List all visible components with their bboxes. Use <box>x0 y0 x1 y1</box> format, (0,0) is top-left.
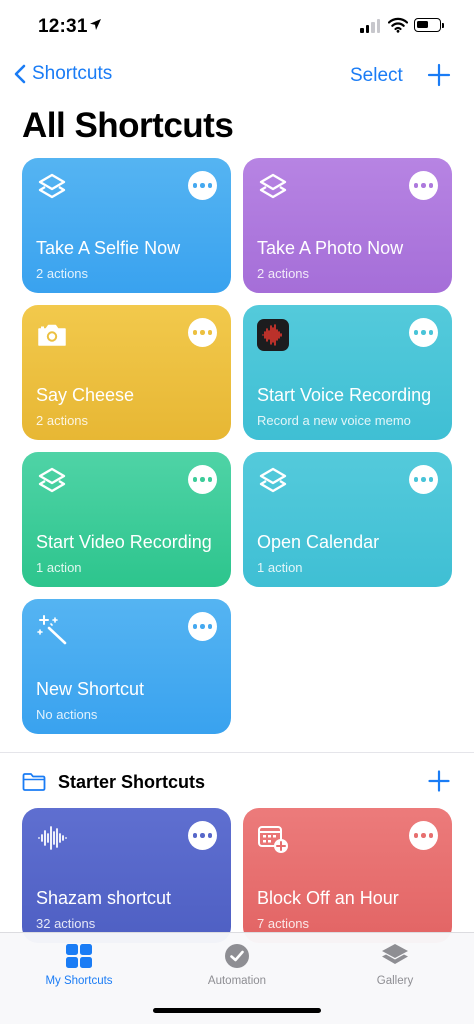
clock-check-icon <box>225 944 249 968</box>
tab-gallery[interactable]: Gallery <box>330 943 460 987</box>
voice-memos-app-icon <box>257 319 289 351</box>
status-time: 12:31 <box>38 16 88 37</box>
shortcut-name: Shazam shortcut <box>36 888 172 908</box>
shortcut-tile-take-a-selfie-now[interactable]: Take A Selfie Now 2 actions <box>22 158 231 293</box>
shortcuts-stack-icon <box>38 467 66 493</box>
shortcut-name: Say Cheese <box>36 385 135 405</box>
shortcut-description: Record a new voice memo <box>257 413 411 428</box>
more-options-button[interactable] <box>188 318 217 347</box>
layers-icon <box>382 944 408 964</box>
cellular-signal-icon <box>360 19 380 33</box>
shortcut-action-count: 1 action <box>36 560 82 575</box>
magic-wand-icon <box>37 615 67 645</box>
add-to-folder-button[interactable] <box>428 770 450 792</box>
wifi-icon <box>388 17 408 33</box>
shortcut-tile-shazam-shortcut[interactable]: Shazam shortcut 32 actions <box>22 808 231 943</box>
shortcut-name: Block Off an Hour <box>257 888 399 908</box>
shortcut-name: New Shortcut <box>36 679 145 699</box>
shortcut-tile-say-cheese[interactable]: Say Cheese 2 actions <box>22 305 231 440</box>
page-title: All Shortcuts <box>22 106 234 145</box>
shortcut-action-count: 32 actions <box>36 916 96 931</box>
more-options-button[interactable] <box>409 821 438 850</box>
more-options-button[interactable] <box>409 171 438 200</box>
shortcut-tile-new-shortcut[interactable]: New Shortcut No actions <box>22 599 231 734</box>
grid-icon <box>66 944 92 968</box>
tab-label: Gallery <box>376 975 414 987</box>
tab-label: Automation <box>207 975 267 987</box>
home-indicator <box>153 1008 321 1013</box>
add-shortcut-button[interactable] <box>427 63 451 87</box>
shortcut-tile-start-video-recording[interactable]: Start Video Recording 1 action <box>22 452 231 587</box>
shortcut-action-count: 2 actions <box>36 266 89 281</box>
shortcut-action-count: No actions <box>36 707 98 722</box>
calendar-add-icon <box>258 826 288 853</box>
select-button[interactable]: Select <box>350 65 403 87</box>
shortcut-action-count: 2 actions <box>36 413 89 428</box>
section-title: Starter Shortcuts <box>58 771 206 792</box>
back-button-label: Shortcuts <box>32 63 113 84</box>
shortcuts-stack-icon <box>259 467 287 493</box>
more-options-button[interactable] <box>409 318 438 347</box>
shortcuts-stack-icon <box>259 173 287 199</box>
shortcut-tile-open-calendar[interactable]: Open Calendar 1 action <box>243 452 452 587</box>
waveform-icon <box>38 826 67 850</box>
shortcut-tile-start-voice-recording[interactable]: Start Voice Recording Record a new voice… <box>243 305 452 440</box>
camera-icon <box>38 324 66 346</box>
shortcut-name: Open Calendar <box>257 532 380 552</box>
more-options-button[interactable] <box>188 465 217 494</box>
folder-icon <box>22 773 46 791</box>
shortcut-action-count: 1 action <box>257 560 303 575</box>
tab-label: My Shortcuts <box>45 975 113 987</box>
status-bar: 12:31 <box>0 0 474 52</box>
shortcut-tile-take-a-photo-now[interactable]: Take A Photo Now 2 actions <box>243 158 452 293</box>
location-arrow-icon <box>90 19 101 30</box>
more-options-button[interactable] <box>188 171 217 200</box>
shortcuts-stack-icon <box>38 173 66 199</box>
back-button[interactable]: Shortcuts <box>14 63 112 85</box>
tab-my-shortcuts[interactable]: My Shortcuts <box>14 943 144 987</box>
shortcut-action-count: 2 actions <box>257 266 310 281</box>
starter-shortcuts-header: Starter Shortcuts <box>22 768 454 796</box>
battery-icon <box>414 18 441 32</box>
chevron-left-icon <box>14 64 26 84</box>
shortcut-action-count: 7 actions <box>257 916 310 931</box>
more-options-button[interactable] <box>188 612 217 641</box>
section-divider <box>0 752 474 753</box>
shortcut-name: Start Voice Recording <box>257 385 432 405</box>
more-options-button[interactable] <box>409 465 438 494</box>
shortcut-tile-block-off-an-hour[interactable]: Block Off an Hour 7 actions <box>243 808 452 943</box>
more-options-button[interactable] <box>188 821 217 850</box>
shortcut-name: Start Video Recording <box>36 532 212 552</box>
shortcut-name: Take A Photo Now <box>257 238 404 258</box>
shortcut-name: Take A Selfie Now <box>36 238 181 258</box>
tab-automation[interactable]: Automation <box>172 943 302 987</box>
